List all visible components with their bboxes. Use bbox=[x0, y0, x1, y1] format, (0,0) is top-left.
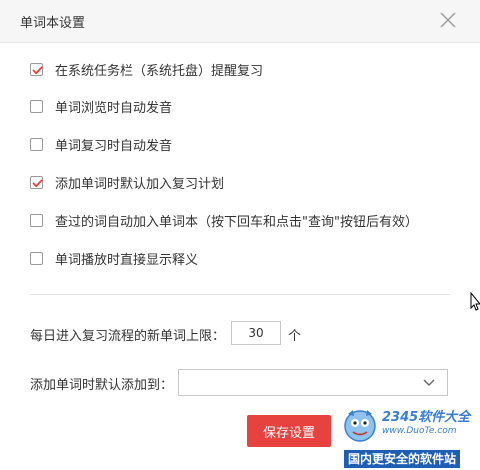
watermark-slogan: 国内更安全的软件站 bbox=[344, 450, 461, 468]
daily-limit-unit: 个 bbox=[288, 329, 302, 344]
option-label: 添加单词时默认加入复习计划 bbox=[55, 176, 225, 192]
divider bbox=[30, 294, 450, 295]
option-review-autoplay[interactable]: 单词复习时自动发音 bbox=[30, 134, 172, 154]
option-label: 单词播放时直接显示释义 bbox=[55, 252, 199, 268]
checkmark-icon bbox=[32, 66, 43, 74]
option-show-definition[interactable]: 单词播放时直接显示释义 bbox=[30, 248, 198, 268]
dialog-header: 单词本设置 bbox=[0, 0, 480, 43]
option-add-to-review-plan[interactable]: 添加单词时默认加入复习计划 bbox=[30, 172, 224, 192]
option-label: 查过的词自动加入单词本（按下回车和点击"查询"按钮后有效） bbox=[55, 214, 418, 230]
option-auto-add-lookups[interactable]: 查过的词自动加入单词本（按下回车和点击"查询"按钮后有效） bbox=[30, 210, 418, 230]
option-tray-reminder[interactable]: 在系统任务栏（系统托盘）提醒复习 bbox=[30, 59, 263, 79]
dialog-title: 单词本设置 bbox=[20, 16, 86, 31]
watermark: 2345软件大全 www.DuoTe.com 国内更安全的软件站 bbox=[338, 402, 480, 470]
watermark-url: www.DuoTe.com bbox=[382, 426, 457, 436]
close-button[interactable] bbox=[436, 8, 460, 32]
default-wordbook-select[interactable] bbox=[178, 369, 448, 396]
option-label: 单词复习时自动发音 bbox=[55, 138, 173, 154]
option-browse-autoplay[interactable]: 单词浏览时自动发音 bbox=[30, 96, 172, 116]
option-label: 在系统任务栏（系统托盘）提醒复习 bbox=[55, 63, 264, 79]
save-button[interactable]: 保存设置 bbox=[247, 415, 331, 447]
daily-limit-input[interactable] bbox=[231, 321, 281, 345]
daily-limit-label: 每日进入复习流程的新单词上限： bbox=[30, 329, 226, 344]
watermark-brand: 2345软件大全 bbox=[382, 410, 471, 425]
checkbox-show-definition[interactable] bbox=[30, 251, 43, 265]
default-wordbook-label: 添加单词时默认添加到： bbox=[30, 378, 174, 393]
chevron-down-icon bbox=[423, 379, 435, 386]
checkbox-browse-autoplay[interactable] bbox=[30, 99, 43, 113]
mascot-logo-icon bbox=[344, 410, 376, 442]
checkbox-review-autoplay[interactable] bbox=[30, 137, 43, 151]
checkbox-auto-add-lookups[interactable] bbox=[30, 213, 43, 227]
checkbox-add-to-review-plan[interactable] bbox=[30, 175, 43, 189]
mouse-cursor-icon bbox=[470, 292, 480, 311]
checkbox-tray-reminder[interactable] bbox=[30, 62, 43, 76]
close-icon bbox=[440, 12, 456, 28]
checkmark-icon bbox=[32, 179, 43, 187]
option-label: 单词浏览时自动发音 bbox=[55, 100, 173, 116]
